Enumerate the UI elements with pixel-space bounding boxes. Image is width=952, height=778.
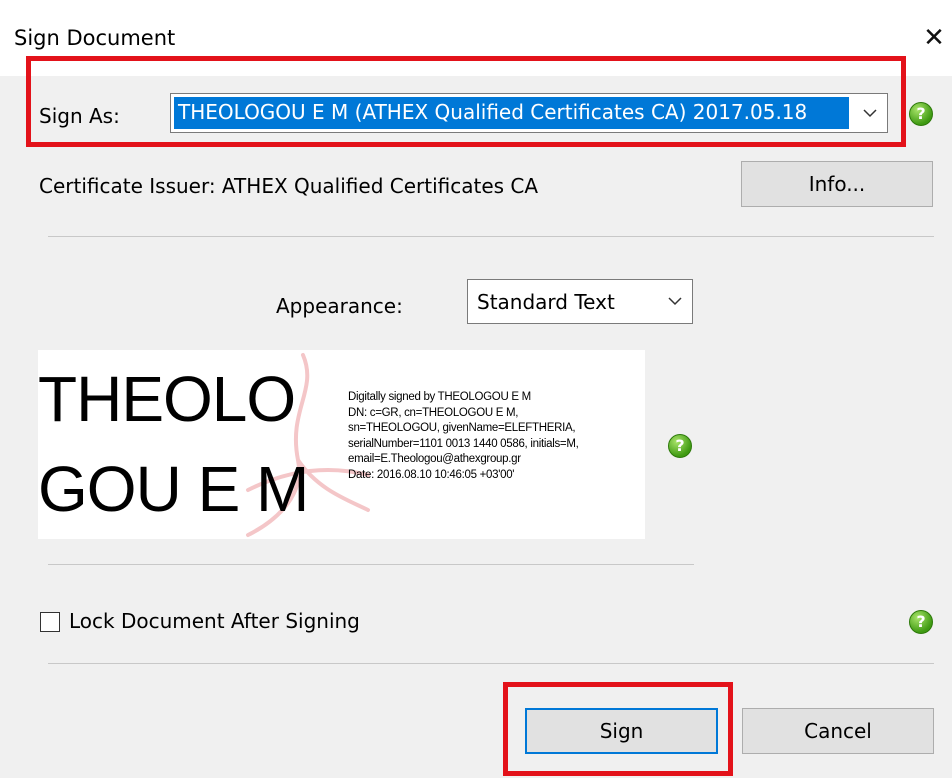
certificate-issuer-text: Certificate Issuer: ATHEX Qualified Cert… [39, 174, 539, 198]
appearance-dropdown[interactable]: Standard Text [467, 279, 693, 324]
sign-button[interactable]: Sign [525, 708, 718, 754]
signature-detail-line: Digitally signed by THEOLOGOU E M [348, 391, 531, 403]
signature-details: Digitally signed by THEOLOGOU E M DN: c=… [348, 390, 645, 483]
signature-name-line1: THEOLO [38, 363, 296, 435]
help-icon[interactable]: ? [909, 610, 933, 634]
signature-detail-line: sn=THEOLOGOU, givenName=ELEFTHERIA, [348, 422, 576, 434]
sign-as-selected-value: THEOLOGOU E M (ATHEX Qualified Certifica… [174, 97, 849, 129]
cancel-button[interactable]: Cancel [742, 708, 934, 754]
help-icon[interactable]: ? [909, 102, 933, 126]
appearance-label: Appearance: [276, 294, 403, 318]
signature-detail-line: DN: c=GR, cn=THEOLOGOU E M, [348, 406, 519, 419]
signature-detail-line: serialNumber=1101 0013 1440 0586, initia… [348, 437, 579, 450]
info-button[interactable]: Info... [741, 161, 933, 207]
divider [48, 236, 934, 237]
lock-document-label[interactable]: Lock Document After Signing [69, 609, 360, 633]
sign-as-label: Sign As: [39, 104, 120, 128]
sign-as-dropdown[interactable]: THEOLOGOU E M (ATHEX Qualified Certifica… [170, 93, 888, 133]
dialog-body: Sign As: THEOLOGOU E M (ATHEX Qualified … [0, 56, 952, 778]
chevron-down-icon[interactable] [658, 280, 692, 323]
dialog-title: Sign Document [14, 26, 176, 50]
signature-preview: THEOLO GOU E M Digitally signed by THEOL… [38, 350, 645, 539]
lock-document-checkbox[interactable] [40, 612, 60, 632]
signature-detail-line: email=E.Theologou@athexgroup.gr [348, 453, 521, 465]
signature-name-line2: GOU E M [38, 453, 309, 525]
signature-detail-line: Date: 2016.08.10 10:46:05 +03'00' [348, 468, 515, 481]
divider [48, 663, 934, 664]
close-icon[interactable]: ✕ [918, 22, 950, 54]
title-bar: Sign Document ✕ [0, 0, 952, 76]
chevron-down-icon[interactable] [853, 94, 887, 132]
appearance-selected-value: Standard Text [477, 290, 615, 314]
divider [48, 564, 694, 565]
help-icon[interactable]: ? [668, 434, 692, 458]
